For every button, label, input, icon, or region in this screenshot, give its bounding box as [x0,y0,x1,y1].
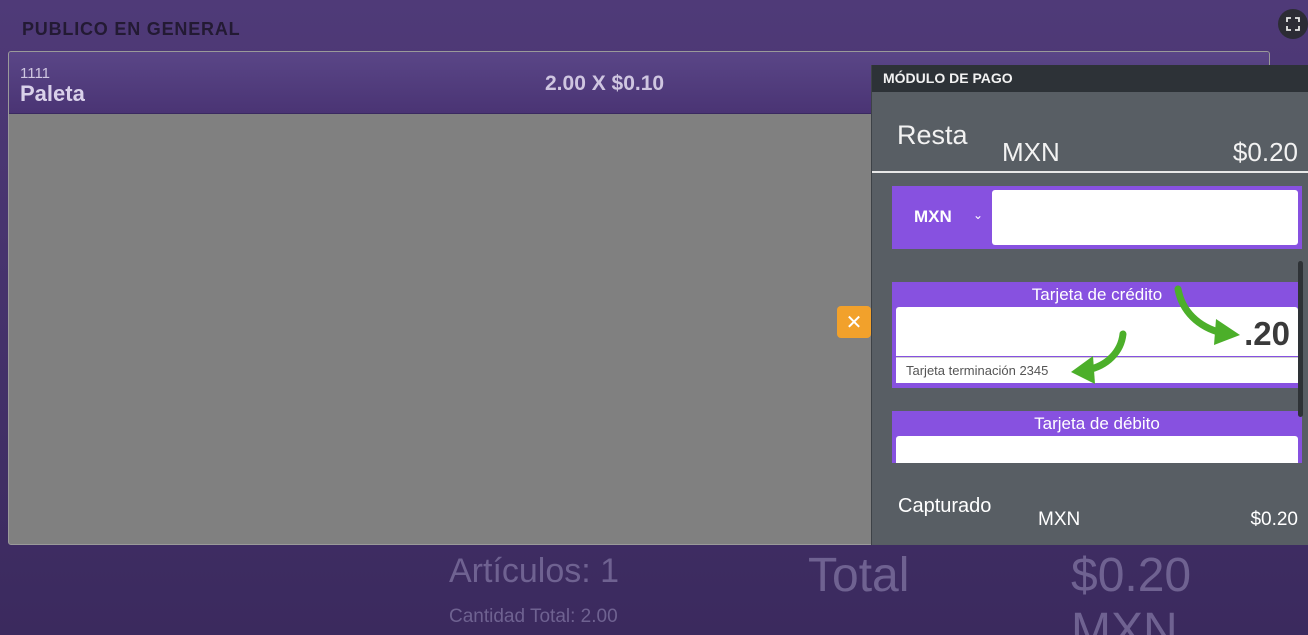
articles-count: Artículos: 1 [449,552,620,590]
captured-amount: $0.20 [1250,509,1298,530]
remaining-label: Resta [897,120,968,150]
modal-scrollbar[interactable] [1298,261,1303,417]
remaining-amount: $0.20 [1232,137,1298,167]
cash-amount-input[interactable] [992,190,1298,245]
currency-select[interactable]: MXN [914,207,952,227]
captured-label: Capturado [898,495,992,517]
item-name: Paleta [20,81,85,106]
fullscreen-button[interactable] [1278,9,1308,39]
remaining-currency: MXN [1002,137,1060,167]
captured-currency: MXN [1038,509,1081,530]
total-quantity: Cantidad Total: 2.00 [449,606,618,627]
customer-title: PUBLICO EN GENERAL [22,19,241,39]
total-value: $0.20 MXN [1071,549,1192,635]
payment-modal: MÓDULO DE PAGO Resta MXN $0.20 MXN ⌄ Tar… [871,65,1308,545]
close-icon: ✕ [845,311,863,334]
payment-method-debit: Tarjeta de débito [892,411,1302,476]
credit-amount-input[interactable]: .20 [896,307,1298,356]
method-title-credit: Tarjeta de crédito [1031,285,1163,304]
item-code: 1111 [20,65,51,82]
method-title-debit: Tarjeta de débito [1034,414,1160,433]
remaining-divider [872,171,1308,173]
currency-bar: MXN ⌄ [892,186,1302,249]
close-modal-button[interactable]: ✕ [837,306,871,338]
chevron-down-icon[interactable]: ⌄ [973,208,983,222]
modal-header: MÓDULO DE PAGO [872,65,1308,92]
total-label: Total [808,549,910,602]
credit-reference-input[interactable]: Tarjeta terminación 2345 [896,357,1298,383]
fullscreen-icon [1286,17,1300,31]
item-quantity-price: 2.00 X $0.10 [545,72,665,95]
payment-method-credit: Tarjeta de crédito .20 Tarjeta terminaci… [892,282,1302,388]
